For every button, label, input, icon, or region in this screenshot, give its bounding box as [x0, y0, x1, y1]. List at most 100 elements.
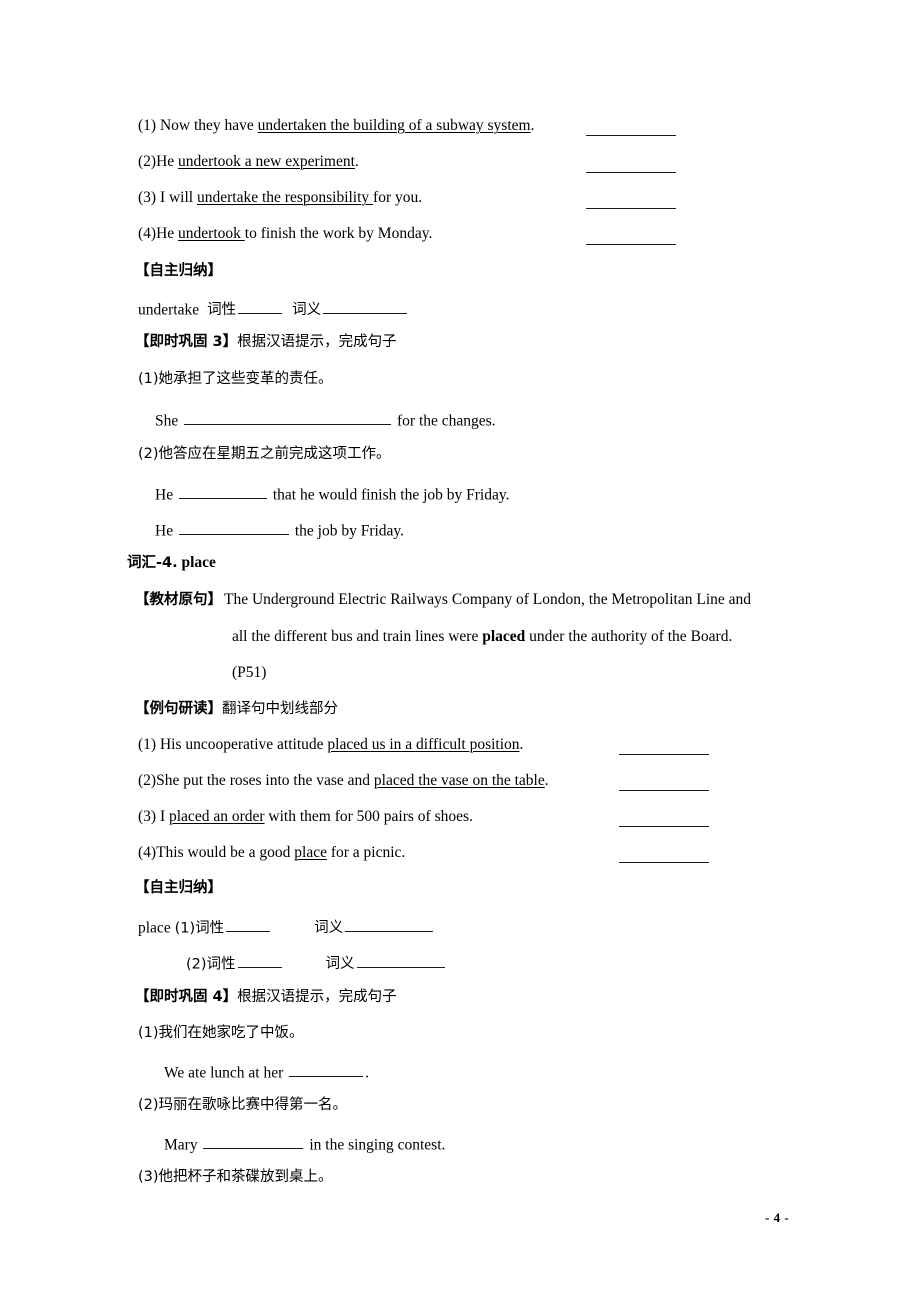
word-summary-row: undertake 词性 词义: [138, 299, 409, 318]
summary-meaning-label: 词义: [314, 920, 344, 937]
summary-meaning-label: 词义: [292, 302, 322, 319]
self-summary-tag: 【自主归纳】: [135, 263, 222, 279]
example-underlined: undertook a new experiment: [178, 153, 355, 170]
example-underlined: undertake the responsibility: [196, 189, 374, 206]
word-summary-row: place (1)词性 词义: [138, 917, 435, 936]
study-tag: 【例句研读】: [135, 701, 222, 717]
practice-chinese-prompt: (1)我们在她家吃了中饭。: [138, 1025, 304, 1041]
vocab-heading-en: place: [177, 554, 216, 571]
summary-pos-blank[interactable]: [237, 953, 282, 969]
document-page: (1) Now they have undertaken the buildin…: [0, 0, 920, 1302]
summary-meaning-blank[interactable]: [356, 953, 445, 969]
example-sentence-row: (3) I will undertake the responsibility …: [138, 190, 422, 206]
example-underlined: placed the vase on the table: [373, 772, 545, 789]
answer-blank[interactable]: [178, 520, 289, 536]
practice-chinese-prompt: (2)玛丽在歌咏比赛中得第一名。: [138, 1097, 348, 1113]
example-sentence-row: (2)He undertook a new experiment.: [138, 154, 359, 170]
summary-word: undertake: [138, 301, 200, 319]
summary-pos-blank[interactable]: [226, 917, 271, 933]
example-prefix: (4)This would be a good: [138, 844, 295, 861]
answer-blank[interactable]: [184, 410, 392, 426]
example-underlined: placed an order: [169, 808, 265, 825]
self-summary-heading: 【自主归纳】: [135, 880, 222, 896]
example-suffix: .: [519, 736, 524, 753]
word-summary-row: (2)词性 词义: [186, 953, 447, 972]
answer-blank[interactable]: [178, 484, 267, 500]
example-sentence-row: (3) I placed an order with them for 500 …: [138, 809, 473, 825]
practice-answer-row: Mary in the singing contest.: [164, 1134, 445, 1153]
example-prefix: (3) I: [138, 808, 169, 825]
example-sentence-row: (4)This would be a good place for a picn…: [138, 845, 405, 861]
example-suffix: .: [544, 772, 549, 789]
practice-chinese-prompt: (2)他答应在星期五之前完成这项工作。: [138, 446, 391, 462]
summary-pos-label: (1)词性: [174, 920, 225, 937]
example-sentence-row: (2)She put the roses into the vase and p…: [138, 773, 549, 789]
answer-suffix: for the changes.: [393, 412, 496, 430]
example-suffix: for you.: [373, 189, 423, 206]
textbook-quote-row: 【教材原句】 The Underground Electric Railways …: [135, 592, 751, 608]
answer-blank-rule[interactable]: [619, 754, 709, 755]
example-underlined: undertaken the building of a subway syst…: [257, 117, 531, 134]
answer-blank-rule[interactable]: [619, 862, 709, 863]
answer-suffix: the job by Friday.: [290, 522, 405, 540]
answer-prefix: We ate lunch at her: [164, 1064, 288, 1082]
answer-suffix: in the singing contest.: [305, 1136, 446, 1154]
answer-prefix: She: [155, 412, 183, 430]
practice-heading-3: 【即时巩固 3】根据汉语提示，完成句子: [135, 334, 397, 350]
summary-meaning-label: 词义: [325, 956, 355, 973]
vocab-heading-cn: 词汇-4.: [127, 555, 178, 571]
study-heading: 【例句研读】翻译句中划线部分: [135, 701, 338, 717]
example-suffix: .: [354, 153, 359, 170]
example-underlined: place: [294, 844, 327, 861]
quote-post: under the authority of the Board.: [525, 628, 733, 645]
practice-instruction: 根据汉语提示，完成句子: [237, 334, 397, 350]
summary-word: place: [138, 919, 175, 937]
textbook-quote-tag: 【教材原句】: [135, 592, 222, 608]
page-number: - 4 -: [765, 1210, 790, 1225]
example-prefix: (3) I will: [138, 189, 197, 206]
practice-chinese-prompt: (3)他把杯子和茶碟放到桌上。: [138, 1169, 333, 1185]
example-prefix: (2)He: [138, 153, 179, 170]
practice-answer-row: He that he would finish the job by Frida…: [155, 484, 509, 503]
answer-prefix: He: [155, 522, 177, 540]
answer-blank-rule[interactable]: [586, 172, 676, 173]
practice-answer-row: She for the changes.: [155, 410, 496, 429]
example-prefix: (4)He: [138, 225, 179, 242]
example-prefix: (2)She put the roses into the vase and: [138, 772, 374, 789]
summary-pos-label: (2)词性: [186, 956, 236, 973]
example-sentence-row: (4)He undertook to finish the work by Mo…: [138, 226, 432, 242]
quote-keyword: placed: [482, 628, 526, 645]
example-suffix: .: [530, 117, 535, 134]
practice-tag: 【即时巩固 4】: [135, 989, 238, 1005]
example-underlined: placed us in a difficult position: [327, 736, 520, 753]
practice-instruction: 根据汉语提示，完成句子: [237, 989, 397, 1005]
example-prefix: (1) Now they have: [138, 117, 258, 134]
summary-meaning-blank[interactable]: [345, 917, 434, 933]
practice-heading-4: 【即时巩固 4】根据汉语提示，完成句子: [135, 989, 397, 1005]
answer-blank[interactable]: [289, 1062, 364, 1078]
practice-tag: 【即时巩固 3】: [135, 334, 238, 350]
answer-blank-rule[interactable]: [586, 244, 676, 245]
example-suffix: for a picnic.: [326, 844, 406, 861]
answer-blank-rule[interactable]: [619, 826, 709, 827]
summary-pos-label: 词性: [207, 302, 237, 319]
example-prefix: (1) His uncooperative attitude: [138, 736, 328, 753]
quote-pre: all the different bus and train lines we…: [232, 628, 483, 645]
answer-blank-rule[interactable]: [586, 208, 676, 209]
answer-blank-rule[interactable]: [586, 135, 676, 136]
practice-chinese-prompt: (1)她承担了这些变革的责任。: [138, 371, 333, 387]
answer-prefix: He: [155, 486, 177, 504]
answer-prefix: Mary: [164, 1136, 202, 1154]
textbook-quote-line1: The Underground Electric Railways Compan…: [224, 591, 752, 608]
self-summary-tag: 【自主归纳】: [135, 880, 222, 896]
example-suffix: with them for 500 pairs of shoes.: [264, 808, 473, 825]
answer-blank[interactable]: [203, 1134, 304, 1150]
summary-pos-blank[interactable]: [238, 299, 283, 315]
summary-meaning-blank[interactable]: [323, 299, 408, 315]
example-sentence-row: (1) Now they have undertaken the buildin…: [138, 118, 534, 134]
answer-blank-rule[interactable]: [619, 790, 709, 791]
practice-answer-row: We ate lunch at her .: [164, 1062, 369, 1081]
practice-answer-row: He the job by Friday.: [155, 520, 404, 539]
answer-suffix: that he would finish the job by Friday.: [268, 486, 510, 504]
textbook-quote-line2: all the different bus and train lines we…: [232, 629, 732, 645]
